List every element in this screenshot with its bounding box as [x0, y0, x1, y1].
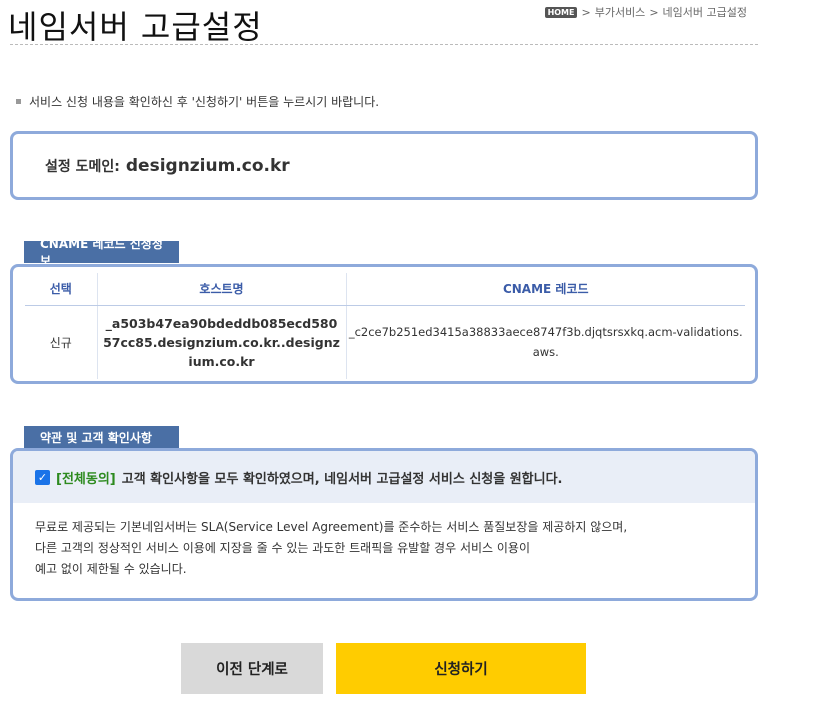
home-icon[interactable]: HOME [544, 6, 578, 18]
breadcrumb-item-current: 네임서버 고급설정 [662, 6, 747, 19]
cname-table: 선택 호스트명 CNAME 레코드 신규 _a503b47ea90bdeddb0… [25, 273, 745, 379]
submit-button[interactable]: 신청하기 [336, 643, 586, 694]
agree-checkbox[interactable]: ✓ [35, 469, 50, 485]
col-header-host: 호스트명 [97, 273, 347, 306]
table-header-row: 선택 호스트명 CNAME 레코드 [25, 273, 745, 306]
agree-all-text: 고객 확인사항을 모두 확인하였으며, 네임서버 고급설정 서비스 신청을 원합… [121, 471, 563, 487]
cname-section-title: CNAME 레코드 신청정보 [24, 237, 179, 268]
terms-line: 예고 없이 제한될 수 있습니다. [35, 562, 187, 576]
terms-line: 다른 고객의 정상적인 서비스 이용에 지장을 줄 수 있는 과도한 트래픽을 … [35, 541, 531, 555]
terms-section-title: 약관 및 고객 확인사항 [24, 426, 179, 448]
terms-panel: ✓ [전체동의] 고객 확인사항을 모두 확인하였으며, 네임서버 고급설정 서… [10, 448, 758, 601]
breadcrumb: HOME > 부가서비스 > 네임서버 고급설정 [544, 4, 747, 20]
bullet-icon [16, 99, 21, 104]
prev-step-button[interactable]: 이전 단계로 [181, 643, 323, 694]
table-row: 신규 _a503b47ea90bdeddb085ecd58057cc85.des… [25, 305, 745, 379]
cell-cname-record: _c2ce7b251ed3415a38833aece8747f3b.djqtsr… [348, 325, 743, 360]
cell-host: _a503b47ea90bdeddb085ecd58057cc85.design… [97, 305, 347, 379]
breadcrumb-separator: > [649, 5, 659, 19]
terms-line: 무료로 제공되는 기본네임서버는 SLA(Service Level Agree… [35, 520, 628, 534]
cell-type: 신규 [25, 305, 98, 379]
notice: 서비스 신청 내용을 확인하신 후 '신청하기' 버튼을 누르시기 바랍니다. [16, 93, 379, 110]
notice-text: 서비스 신청 내용을 확인하신 후 '신청하기' 버튼을 누르시기 바랍니다. [29, 95, 380, 109]
col-header-select: 선택 [25, 273, 98, 306]
col-header-cname: CNAME 레코드 [346, 273, 745, 306]
agree-all-row[interactable]: ✓ [전체동의] 고객 확인사항을 모두 확인하였으며, 네임서버 고급설정 서… [13, 451, 755, 503]
domain-panel: 설정 도메인: designzium.co.kr [10, 131, 758, 200]
title-divider [10, 44, 758, 45]
agree-all-tag: [전체동의] [56, 471, 116, 487]
breadcrumb-item-addon-services[interactable]: 부가서비스 [595, 4, 646, 20]
page-title: 네임서버 고급설정 [8, 8, 263, 46]
domain-label: 설정 도메인: [45, 158, 120, 175]
domain-value: designzium.co.kr [125, 155, 290, 176]
breadcrumb-separator: > [581, 5, 591, 19]
terms-body: 무료로 제공되는 기본네임서버는 SLA(Service Level Agree… [13, 503, 755, 580]
cname-panel: 선택 호스트명 CNAME 레코드 신규 _a503b47ea90bdeddb0… [10, 264, 758, 384]
